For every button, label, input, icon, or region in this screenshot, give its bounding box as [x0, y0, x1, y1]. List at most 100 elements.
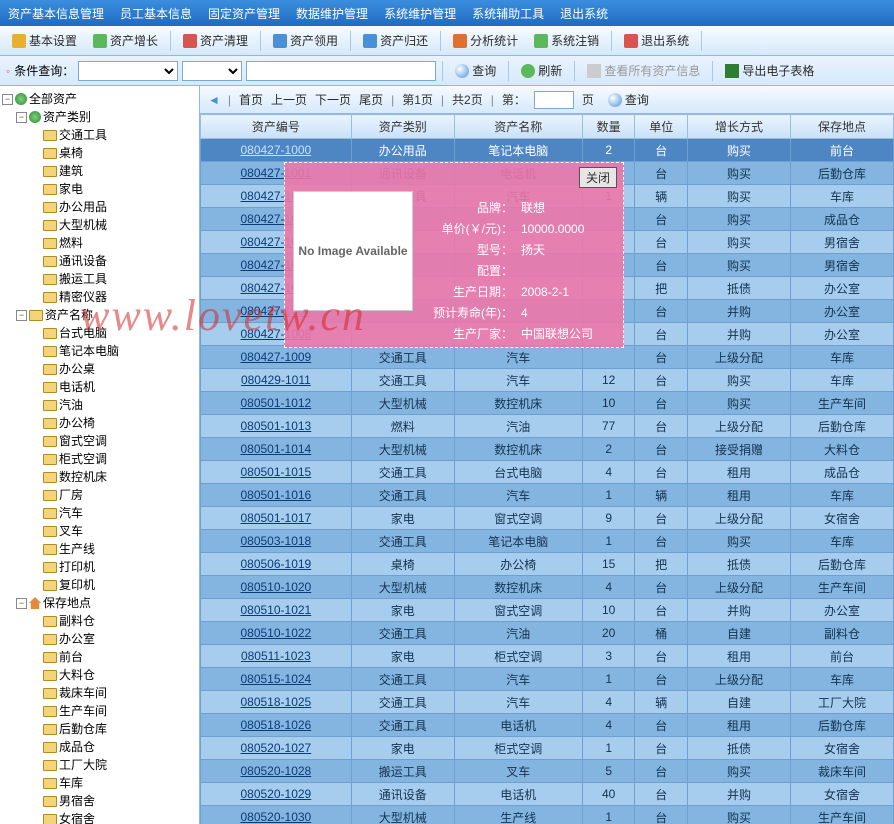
- menu-item[interactable]: 数据维护管理: [296, 5, 368, 22]
- tree-leaf[interactable]: 复印机: [30, 576, 197, 594]
- viewall-button[interactable]: 查看所有资产信息: [581, 60, 706, 81]
- table-row[interactable]: 080518-1025交通工具汽车4辆自建工厂大院: [201, 691, 894, 714]
- table-row[interactable]: 080520-1027家电柜式空调1台抵债女宿舍: [201, 737, 894, 760]
- asset-id-cell[interactable]: 080501-1013: [201, 415, 352, 438]
- query-button[interactable]: 查询: [449, 60, 502, 81]
- asset-id-cell[interactable]: 080503-1018: [201, 530, 352, 553]
- tree-leaf[interactable]: 大型机械: [30, 216, 197, 234]
- export-button[interactable]: 导出电子表格: [719, 60, 820, 81]
- table-row[interactable]: 080506-1019桌椅办公椅15把抵债后勤仓库: [201, 553, 894, 576]
- pager-home[interactable]: 首页: [239, 91, 263, 108]
- tree-leaf[interactable]: 办公桌: [30, 360, 197, 378]
- tree-leaf[interactable]: 办公椅: [30, 414, 197, 432]
- tree-leaf[interactable]: 柜式空调: [30, 450, 197, 468]
- table-row[interactable]: 080511-1023家电柜式空调3台租用前台: [201, 645, 894, 668]
- query-value-input[interactable]: [246, 61, 436, 81]
- toolbar-btn[interactable]: 资产增长: [87, 30, 164, 51]
- asset-id-cell[interactable]: 080520-1028: [201, 760, 352, 783]
- asset-id-cell[interactable]: 080520-1029: [201, 783, 352, 806]
- table-row[interactable]: 080427-1000办公用品笔记本电脑2台购买前台: [201, 139, 894, 162]
- table-row[interactable]: 080501-1017家电窗式空调9台上级分配女宿舍: [201, 507, 894, 530]
- asset-id-cell[interactable]: 080501-1017: [201, 507, 352, 530]
- tree-leaf[interactable]: 数控机床: [30, 468, 197, 486]
- toolbar-btn[interactable]: 资产领用: [267, 30, 344, 51]
- menu-item[interactable]: 系统维护管理: [384, 5, 456, 22]
- asset-id-cell[interactable]: 080427-1000: [201, 139, 352, 162]
- asset-id-cell[interactable]: 080501-1014: [201, 438, 352, 461]
- toolbar-btn[interactable]: 资产归还: [357, 30, 434, 51]
- tree-leaf[interactable]: 建筑: [30, 162, 197, 180]
- asset-id-cell[interactable]: 080518-1026: [201, 714, 352, 737]
- tree-leaf[interactable]: 台式电脑: [30, 324, 197, 342]
- pager-page-input[interactable]: [534, 91, 574, 109]
- asset-id-cell[interactable]: 080501-1016: [201, 484, 352, 507]
- pager-prev[interactable]: 上一页: [271, 91, 307, 108]
- tree-leaf[interactable]: 车库: [30, 774, 197, 792]
- table-row[interactable]: 080510-1020大型机械数控机床4台上级分配生产车间: [201, 576, 894, 599]
- pager-go-button[interactable]: 查询: [602, 89, 655, 110]
- menu-item[interactable]: 系统辅助工具: [472, 5, 544, 22]
- toolbar-btn[interactable]: 资产清理: [177, 30, 254, 51]
- table-row[interactable]: 080515-1024交通工具汽车1台上级分配车库: [201, 668, 894, 691]
- column-header[interactable]: 增长方式: [687, 115, 790, 139]
- table-row[interactable]: 080427-1009交通工具汽车台上级分配车库: [201, 346, 894, 369]
- tree-leaf[interactable]: 大料仓: [30, 666, 197, 684]
- tree-leaf[interactable]: 男宿舍: [30, 792, 197, 810]
- tree-group[interactable]: −资产名称: [16, 306, 197, 324]
- column-header[interactable]: 资产名称: [454, 115, 582, 139]
- asset-id-cell[interactable]: 080510-1021: [201, 599, 352, 622]
- pager-next[interactable]: 下一页: [315, 91, 351, 108]
- tree-leaf[interactable]: 工厂大院: [30, 756, 197, 774]
- toolbar-btn[interactable]: 分析统计: [447, 30, 524, 51]
- tree-leaf[interactable]: 生产线: [30, 540, 197, 558]
- tree-leaf[interactable]: 打印机: [30, 558, 197, 576]
- table-row[interactable]: 080518-1026交通工具电话机4台租用后勤仓库: [201, 714, 894, 737]
- menu-item[interactable]: 固定资产管理: [208, 5, 280, 22]
- asset-id-cell[interactable]: 080506-1019: [201, 553, 352, 576]
- tree-leaf[interactable]: 燃料: [30, 234, 197, 252]
- table-row[interactable]: 080501-1016交通工具汽车1辆租用车库: [201, 484, 894, 507]
- pager-last[interactable]: 尾页: [359, 91, 383, 108]
- tree-leaf[interactable]: 搬运工具: [30, 270, 197, 288]
- asset-id-cell[interactable]: 080520-1027: [201, 737, 352, 760]
- tree-leaf[interactable]: 家电: [30, 180, 197, 198]
- pager-prev-icon[interactable]: ◄: [208, 93, 220, 107]
- tree-leaf[interactable]: 后勤仓库: [30, 720, 197, 738]
- table-row[interactable]: 080429-1011交通工具汽车12台购买车库: [201, 369, 894, 392]
- menu-item[interactable]: 退出系统: [560, 5, 608, 22]
- query-op-select[interactable]: [182, 61, 242, 81]
- table-row[interactable]: 080520-1028搬运工具叉车5台购买裁床车间: [201, 760, 894, 783]
- tree-leaf[interactable]: 办公用品: [30, 198, 197, 216]
- table-row[interactable]: 080501-1014大型机械数控机床2台接受捐赠大料仓: [201, 438, 894, 461]
- tree-leaf[interactable]: 前台: [30, 648, 197, 666]
- asset-id-cell[interactable]: 080510-1022: [201, 622, 352, 645]
- table-row[interactable]: 080501-1015交通工具台式电脑4台租用成品仓: [201, 461, 894, 484]
- column-header[interactable]: 单位: [635, 115, 688, 139]
- asset-id-cell[interactable]: 080518-1025: [201, 691, 352, 714]
- table-row[interactable]: 080510-1022交通工具汽油20桶自建副料仓: [201, 622, 894, 645]
- tree-group[interactable]: −保存地点: [16, 594, 197, 612]
- tree-leaf[interactable]: 叉车: [30, 522, 197, 540]
- asset-id-cell[interactable]: 080515-1024: [201, 668, 352, 691]
- tree-leaf[interactable]: 精密仪器: [30, 288, 197, 306]
- tree-leaf[interactable]: 副料仓: [30, 612, 197, 630]
- asset-id-cell[interactable]: 080501-1012: [201, 392, 352, 415]
- column-header[interactable]: 资产编号: [201, 115, 352, 139]
- menu-item[interactable]: 资产基本信息管理: [8, 5, 104, 22]
- tree-root[interactable]: −全部资产: [2, 90, 197, 108]
- asset-id-cell[interactable]: 080520-1030: [201, 806, 352, 824]
- tree-leaf[interactable]: 窗式空调: [30, 432, 197, 450]
- tree-leaf[interactable]: 生产车间: [30, 702, 197, 720]
- popup-close-button[interactable]: 关闭: [579, 167, 617, 188]
- tree-leaf[interactable]: 汽车: [30, 504, 197, 522]
- tree-leaf[interactable]: 通讯设备: [30, 252, 197, 270]
- table-row[interactable]: 080501-1013燃料汽油77台上级分配后勤仓库: [201, 415, 894, 438]
- toolbar-btn[interactable]: 退出系统: [618, 30, 695, 51]
- table-row[interactable]: 080520-1030大型机械生产线1台购买生产车间: [201, 806, 894, 824]
- refresh-button[interactable]: 刷新: [515, 60, 568, 81]
- column-header[interactable]: 数量: [582, 115, 635, 139]
- table-row[interactable]: 080510-1021家电窗式空调10台并购办公室: [201, 599, 894, 622]
- asset-id-cell[interactable]: 080429-1011: [201, 369, 352, 392]
- tree-leaf[interactable]: 交通工具: [30, 126, 197, 144]
- toolbar-btn[interactable]: 系统注销: [528, 30, 605, 51]
